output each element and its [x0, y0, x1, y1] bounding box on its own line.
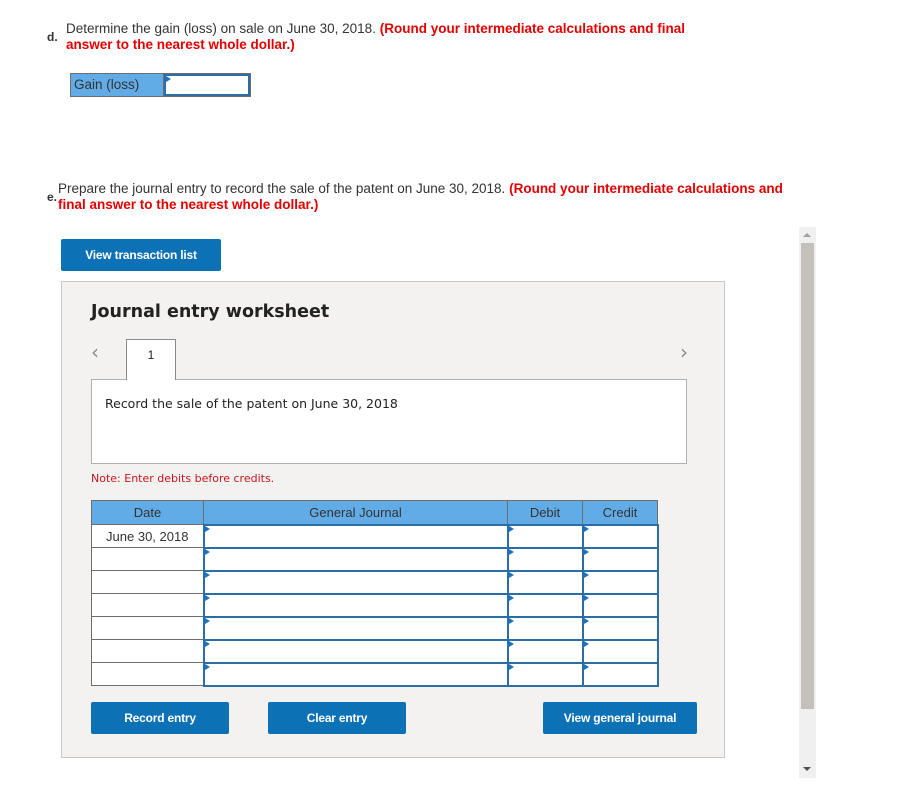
gain-loss-input[interactable]: [164, 74, 250, 96]
account-input-field[interactable]: [204, 525, 507, 547]
account-input-field[interactable]: [204, 548, 507, 570]
credit-input[interactable]: [581, 592, 659, 618]
account-input[interactable]: [202, 523, 509, 549]
journal-row: [91, 638, 659, 664]
date-cell: [91, 662, 204, 686]
chevron-right-icon[interactable]: ›: [680, 340, 688, 364]
record-entry-button[interactable]: Record entry: [91, 702, 229, 734]
credit-input-field[interactable]: [583, 663, 657, 685]
journal-row: [91, 569, 659, 595]
date-cell: [91, 616, 204, 640]
credit-input-field[interactable]: [583, 525, 657, 547]
column-header-general-journal: General Journal: [203, 500, 508, 525]
account-input-field[interactable]: [204, 571, 507, 593]
date-cell: [91, 547, 204, 571]
date-cell: [91, 570, 204, 594]
worksheet-title: Journal entry worksheet: [91, 302, 330, 322]
account-input[interactable]: [202, 638, 509, 664]
transaction-description-box: Record the sale of the patent on June 30…: [91, 379, 687, 464]
account-input[interactable]: [202, 592, 509, 618]
credit-input-field[interactable]: [583, 617, 657, 639]
journal-row: June 30, 2018: [91, 523, 659, 549]
debit-input-field[interactable]: [508, 617, 582, 639]
debit-input-field[interactable]: [508, 571, 582, 593]
debit-input[interactable]: [506, 615, 584, 641]
question-e-prompt: Prepare the journal entry to record the …: [58, 181, 506, 196]
date-cell: [91, 593, 204, 617]
credit-input[interactable]: [581, 546, 659, 572]
account-input-field[interactable]: [204, 617, 507, 639]
debit-input[interactable]: [506, 523, 584, 549]
credit-input-field[interactable]: [583, 571, 657, 593]
debit-input[interactable]: [506, 546, 584, 572]
debit-input-field[interactable]: [508, 663, 582, 685]
view-transaction-list-button[interactable]: View transaction list: [61, 239, 221, 271]
column-header-credit: Credit: [582, 500, 658, 525]
debit-credit-note: Note: Enter debits before credits.: [91, 472, 275, 485]
credit-input[interactable]: [581, 615, 659, 641]
debit-input-field[interactable]: [508, 594, 582, 616]
credit-input[interactable]: [581, 638, 659, 664]
scroll-up-arrow-icon[interactable]: [803, 233, 811, 237]
account-input[interactable]: [202, 546, 509, 572]
question-e-letter: e.: [47, 190, 58, 204]
account-input-field[interactable]: [204, 594, 507, 616]
view-general-journal-button[interactable]: View general journal: [543, 702, 697, 734]
journal-entry-worksheet-panel: Journal entry worksheet ‹ 1 › Record the…: [61, 281, 725, 758]
scroll-down-arrow-icon[interactable]: [803, 767, 811, 771]
account-input-field[interactable]: [204, 663, 507, 685]
account-input-field[interactable]: [204, 640, 507, 662]
clear-entry-button[interactable]: Clear entry: [268, 702, 406, 734]
date-cell: June 30, 2018: [91, 524, 204, 548]
journal-row: [91, 661, 659, 687]
credit-input[interactable]: [581, 523, 659, 549]
journal-row: [91, 615, 659, 641]
chevron-left-icon[interactable]: ‹: [91, 340, 99, 364]
credit-input[interactable]: [581, 661, 659, 687]
credit-input-field[interactable]: [583, 640, 657, 662]
journal-table-header: Date General Journal Debit Credit: [91, 500, 658, 525]
column-header-debit: Debit: [507, 500, 583, 525]
question-d-text: Determine the gain (loss) on sale on Jun…: [66, 21, 686, 53]
debit-input-field[interactable]: [508, 548, 582, 570]
debit-input-field[interactable]: [508, 525, 582, 547]
credit-input-field[interactable]: [583, 548, 657, 570]
debit-input[interactable]: [506, 661, 584, 687]
account-input[interactable]: [202, 569, 509, 595]
vertical-scrollbar[interactable]: [799, 227, 816, 778]
worksheet-tab-1[interactable]: 1: [126, 339, 176, 380]
question-d-letter: d.: [47, 30, 58, 44]
account-input[interactable]: [202, 661, 509, 687]
journal-table: Date General Journal Debit Credit June 3…: [91, 500, 659, 687]
gain-loss-label: Gain (loss): [71, 74, 164, 96]
debit-input-field[interactable]: [508, 640, 582, 662]
journal-row: [91, 592, 659, 618]
credit-input-field[interactable]: [583, 594, 657, 616]
debit-input[interactable]: [506, 569, 584, 595]
debit-input[interactable]: [506, 638, 584, 664]
gain-loss-input-field[interactable]: [166, 76, 248, 94]
debit-input[interactable]: [506, 592, 584, 618]
gain-loss-field-group: Gain (loss): [70, 73, 251, 97]
question-d-prompt: Determine the gain (loss) on sale on Jun…: [66, 21, 376, 36]
journal-row: [91, 546, 659, 572]
credit-input[interactable]: [581, 569, 659, 595]
column-header-date: Date: [91, 500, 204, 525]
question-e-text: Prepare the journal entry to record the …: [58, 181, 798, 213]
scrollbar-thumb[interactable]: [801, 243, 814, 709]
account-input[interactable]: [202, 615, 509, 641]
transaction-description: Record the sale of the patent on June 30…: [105, 396, 398, 411]
date-cell: [91, 639, 204, 663]
